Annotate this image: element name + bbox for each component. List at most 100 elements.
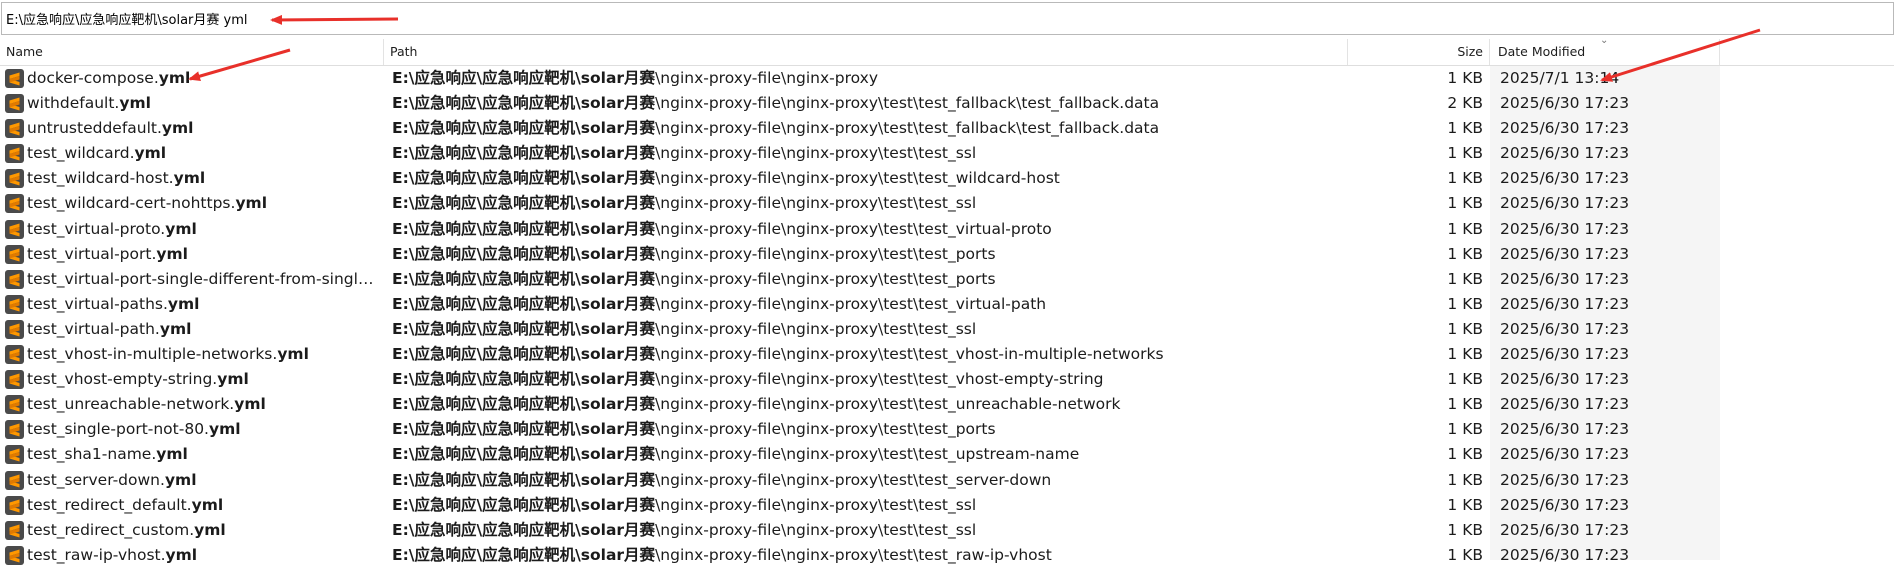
- file-path-match: E:\应急响应\应急响应靶机\solar月赛: [392, 319, 656, 338]
- file-path-match: E:\应急响应\应急响应靶机\solar月赛: [392, 269, 656, 288]
- table-row[interactable]: untrusteddefault.yml E:\应急响应\应急响应靶机\sola…: [0, 116, 1894, 141]
- table-row[interactable]: test_wildcard-cert-nohttps.yml E:\应急响应\应…: [0, 191, 1894, 216]
- file-name: test_redirect_custom.yml: [27, 518, 382, 543]
- search-bar[interactable]: [1, 2, 1894, 35]
- file-path-match: E:\应急响应\应急响应靶机\solar月赛: [392, 370, 656, 389]
- table-row[interactable]: test_vhost-empty-string.yml E:\应急响应\应急响应…: [0, 367, 1894, 392]
- table-row[interactable]: test_sha1-name.yml E:\应急响应\应急响应靶机\solar月…: [0, 442, 1894, 467]
- sublime-text-file-icon: [5, 545, 24, 565]
- file-path-rest: \nginx-proxy-file\nginx-proxy\test\test_…: [655, 269, 996, 288]
- sublime-text-file-icon: [5, 345, 24, 365]
- file-date-modified: 2025/6/30 17:23: [1500, 545, 1630, 564]
- file-size: 1 KB: [1447, 244, 1483, 263]
- table-row[interactable]: test_virtual-port-single-different-from-…: [0, 267, 1894, 292]
- sublime-text-file-icon: [5, 470, 24, 490]
- file-date-modified: 2025/6/30 17:23: [1500, 520, 1630, 539]
- file-path: E:\应急响应\应急响应靶机\solar月赛\nginx-proxy-file\…: [392, 91, 1342, 116]
- table-row[interactable]: withdefault.yml E:\应急响应\应急响应靶机\solar月赛\n…: [0, 91, 1894, 116]
- file-path-match: E:\应急响应\应急响应靶机\solar月赛: [392, 244, 656, 263]
- sublime-text-file-icon: [5, 495, 24, 515]
- file-size: 1 KB: [1447, 319, 1483, 338]
- sublime-text-file-icon: [5, 420, 24, 440]
- file-path: E:\应急响应\应急响应靶机\solar月赛\nginx-proxy-file\…: [392, 317, 1342, 342]
- sublime-text-file-icon: [5, 219, 24, 239]
- file-date-modified: 2025/6/30 17:23: [1500, 194, 1630, 213]
- file-path-match: E:\应急响应\应急响应靶机\solar月赛: [392, 144, 656, 163]
- file-size: 1 KB: [1447, 345, 1483, 364]
- file-name: test_wildcard-cert-nohttps.yml: [27, 191, 382, 216]
- search-input[interactable]: [6, 6, 1206, 31]
- file-size: 1 KB: [1447, 395, 1483, 414]
- file-path: E:\应急响应\应急响应靶机\solar月赛\nginx-proxy-file\…: [392, 242, 1342, 267]
- column-header-size[interactable]: Size: [1349, 39, 1489, 65]
- file-date-modified: 2025/6/30 17:23: [1500, 294, 1630, 313]
- column-header-path[interactable]: Path: [384, 39, 1348, 65]
- column-header-name[interactable]: Name: [0, 39, 384, 65]
- file-path: E:\应急响应\应急响应靶机\solar月赛\nginx-proxy-file\…: [392, 342, 1342, 367]
- file-name: test_unreachable-network.yml: [27, 392, 382, 417]
- file-name-extension: yml: [164, 470, 197, 489]
- sublime-text-file-icon: [5, 69, 24, 88]
- file-name-stem: test_redirect_default.: [27, 495, 192, 514]
- file-path: E:\应急响应\应急响应靶机\solar月赛\nginx-proxy-file\…: [392, 166, 1342, 191]
- file-size: 1 KB: [1447, 495, 1483, 514]
- file-size: 1 KB: [1447, 269, 1483, 288]
- table-row[interactable]: test_redirect_default.yml E:\应急响应\应急响应靶机…: [0, 493, 1894, 518]
- sublime-text-file-icon: [5, 244, 24, 264]
- file-name-stem: test_single-port-not-80.: [27, 420, 209, 439]
- column-header: Name Path Size Date Modified: [0, 39, 1894, 66]
- file-path-match: E:\应急响应\应急响应靶机\solar月赛: [392, 345, 656, 364]
- file-path: E:\应急响应\应急响应靶机\solar月赛\nginx-proxy-file\…: [392, 66, 1342, 91]
- file-name: test_virtual-path.yml: [27, 317, 382, 342]
- file-path: E:\应急响应\应急响应靶机\solar月赛\nginx-proxy-file\…: [392, 543, 1342, 568]
- file-path-rest: \nginx-proxy-file\nginx-proxy\test\test_…: [655, 219, 1052, 238]
- table-row[interactable]: test_raw-ip-vhost.yml E:\应急响应\应急响应靶机\sol…: [0, 543, 1894, 568]
- sublime-text-file-icon: [5, 144, 24, 164]
- table-row[interactable]: test_unreachable-network.yml E:\应急响应\应急响…: [0, 392, 1894, 417]
- table-row[interactable]: test_virtual-port.yml E:\应急响应\应急响应靶机\sol…: [0, 242, 1894, 267]
- file-name-extension: yml: [159, 319, 192, 338]
- table-row[interactable]: test_virtual-paths.yml E:\应急响应\应急响应靶机\so…: [0, 292, 1894, 317]
- file-name-stem: withdefault.: [27, 94, 120, 113]
- file-path-rest: \nginx-proxy-file\nginx-proxy\test\test_…: [655, 370, 1104, 389]
- file-size: 1 KB: [1447, 420, 1483, 439]
- table-row[interactable]: test_vhost-in-multiple-networks.yml E:\应…: [0, 342, 1894, 367]
- file-path-rest: \nginx-proxy-file\nginx-proxy\test\test_…: [655, 345, 1164, 364]
- file-size: 1 KB: [1447, 119, 1483, 138]
- sublime-text-file-icon: [5, 169, 24, 189]
- file-path-match: E:\应急响应\应急响应靶机\solar月赛: [392, 294, 656, 313]
- file-path-rest: \nginx-proxy-file\nginx-proxy\test\test_…: [655, 470, 1052, 489]
- file-path-match: E:\应急响应\应急响应靶机\solar月赛: [392, 219, 656, 238]
- file-name-extension: yml: [167, 294, 200, 313]
- file-path: E:\应急响应\应急响应靶机\solar月赛\nginx-proxy-file\…: [392, 116, 1342, 141]
- file-name-extension: yml: [277, 345, 309, 364]
- file-path-match: E:\应急响应\应急响应靶机\solar月赛: [392, 545, 656, 564]
- file-date-modified: 2025/6/30 17:23: [1500, 169, 1630, 188]
- file-size: 1 KB: [1447, 470, 1483, 489]
- file-path-rest: \nginx-proxy-file\nginx-proxy\test\test_…: [655, 420, 996, 439]
- file-name-extension: yml: [191, 495, 224, 514]
- table-row[interactable]: docker-compose.yml E:\应急响应\应急响应靶机\solar月…: [0, 66, 1894, 91]
- file-name: test_vhost-empty-string.yml: [27, 367, 382, 392]
- table-row[interactable]: test_wildcard.yml E:\应急响应\应急响应靶机\solar月赛…: [0, 141, 1894, 166]
- table-row[interactable]: test_virtual-proto.yml E:\应急响应\应急响应靶机\so…: [0, 217, 1894, 242]
- table-row[interactable]: test_redirect_custom.yml E:\应急响应\应急响应靶机\…: [0, 518, 1894, 543]
- file-name: test_virtual-proto.yml: [27, 217, 382, 242]
- table-row[interactable]: test_single-port-not-80.yml E:\应急响应\应急响应…: [0, 417, 1894, 442]
- file-date-modified: 2025/7/1 13:14: [1500, 69, 1620, 87]
- file-path-rest: \nginx-proxy-file\nginx-proxy\test\test_…: [655, 244, 996, 263]
- file-name-extension: yml: [156, 445, 188, 464]
- file-size: 1 KB: [1447, 445, 1483, 464]
- table-row[interactable]: test_server-down.yml E:\应急响应\应急响应靶机\sola…: [0, 468, 1894, 493]
- table-row[interactable]: test_wildcard-host.yml E:\应急响应\应急响应靶机\so…: [0, 166, 1894, 191]
- file-path-rest: \nginx-proxy-file\nginx-proxy\test\test_…: [655, 194, 977, 213]
- file-path-match: E:\应急响应\应急响应靶机\solar月赛: [392, 119, 656, 138]
- file-path-rest: \nginx-proxy-file\nginx-proxy\test\test_…: [655, 520, 977, 539]
- sublime-text-file-icon: [5, 445, 24, 465]
- table-row[interactable]: test_virtual-path.yml E:\应急响应\应急响应靶机\sol…: [0, 317, 1894, 342]
- file-path-match: E:\应急响应\应急响应靶机\solar月赛: [392, 395, 656, 414]
- file-list: docker-compose.yml E:\应急响应\应急响应靶机\solar月…: [0, 66, 1894, 568]
- file-size: 1 KB: [1447, 545, 1483, 564]
- file-name-stem: test_redirect_custom.: [27, 520, 195, 539]
- file-path-rest: \nginx-proxy-file\nginx-proxy\test\test_…: [655, 94, 1160, 113]
